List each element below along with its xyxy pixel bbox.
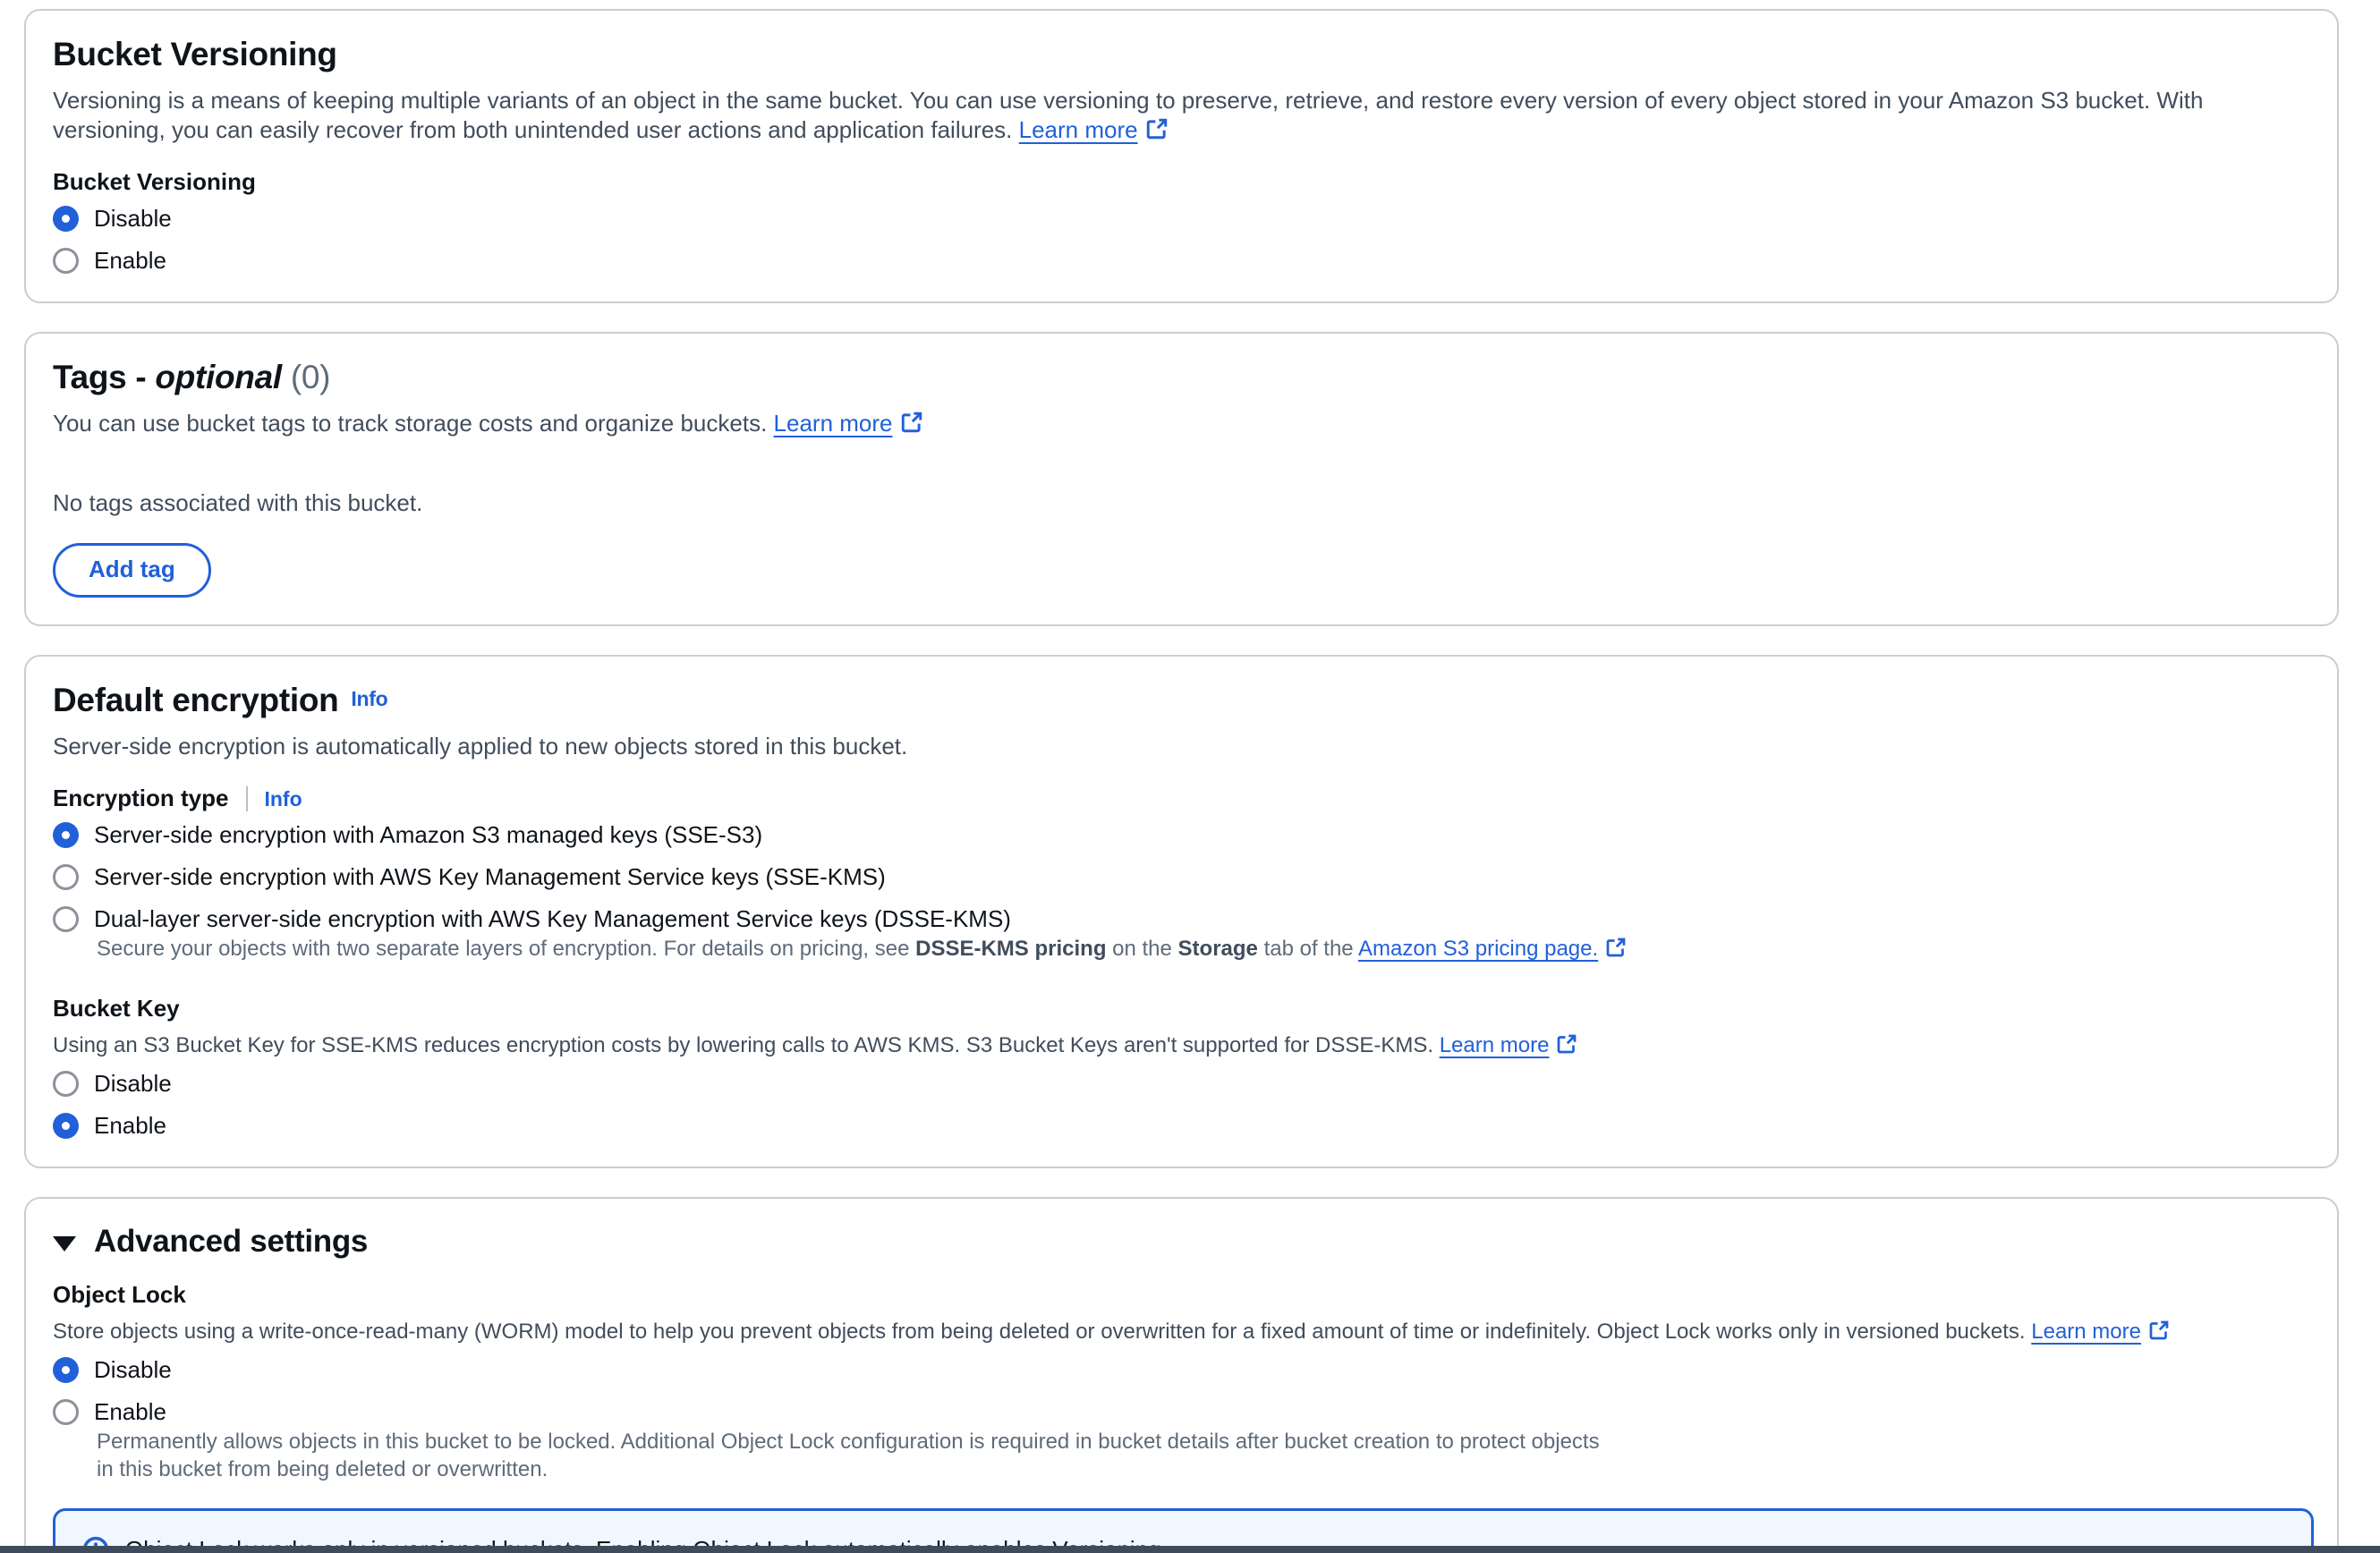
object-lock-learn-more-link[interactable]: Learn more: [2031, 1320, 2170, 1344]
caret-down-icon: [53, 1236, 76, 1252]
tags-description: You can use bucket tags to track storage…: [53, 409, 2310, 438]
bucket-key-description: Using an S3 Bucket Key for SSE-KMS reduc…: [53, 1031, 2310, 1059]
dsse-kms-note: Secure your objects with two separate la…: [97, 935, 2310, 963]
external-link-icon: [2148, 1320, 2170, 1341]
radio-selected-icon[interactable]: [53, 1113, 79, 1139]
advanced-settings-section: Advanced settings Object Lock Store obje…: [24, 1197, 2339, 1553]
tags-learn-more-link[interactable]: Learn more: [774, 410, 923, 437]
sse-kms-radio[interactable]: Server-side encryption with AWS Key Mana…: [53, 863, 2310, 891]
radio-selected-icon[interactable]: [53, 822, 79, 848]
bucket-key-label: Bucket Key: [53, 995, 2310, 1023]
bucket-key-enable-radio[interactable]: Enable: [53, 1112, 2310, 1140]
bucket-key-learn-more-link[interactable]: Learn more: [1440, 1033, 1578, 1057]
label-divider: [246, 786, 248, 811]
default-encryption-description: Server-side encryption is automatically …: [53, 732, 2310, 761]
bucket-versioning-title: Bucket Versioning: [53, 36, 2310, 73]
default-encryption-info-link[interactable]: Info: [351, 687, 387, 710]
tags-empty-text: No tags associated with this bucket.: [53, 488, 2310, 518]
encryption-type-info-link[interactable]: Info: [264, 787, 302, 810]
advanced-settings-toggle[interactable]: Advanced settings: [53, 1224, 2310, 1260]
bucket-key-disable-radio[interactable]: Disable: [53, 1070, 2310, 1098]
radio-unselected-icon[interactable]: [53, 1071, 79, 1097]
s3-pricing-page-link[interactable]: Amazon S3 pricing page.: [1358, 937, 1627, 961]
tags-count: (0): [282, 359, 330, 395]
object-lock-enable-note: Permanently allows objects in this bucke…: [97, 1428, 1600, 1483]
external-link-icon: [1145, 117, 1169, 140]
default-encryption-section: Default encryptionInfo Server-side encry…: [24, 655, 2339, 1168]
radio-unselected-icon[interactable]: [53, 248, 79, 274]
object-lock-enable-radio[interactable]: Enable: [53, 1398, 2310, 1426]
viewport-bottom-edge: [0, 1546, 2380, 1553]
versioning-learn-more-link[interactable]: Learn more: [1019, 116, 1169, 143]
object-lock-description: Store objects using a write-once-read-ma…: [53, 1318, 2310, 1345]
sse-s3-radio[interactable]: Server-side encryption with Amazon S3 ma…: [53, 821, 2310, 849]
dsse-kms-radio[interactable]: Dual-layer server-side encryption with A…: [53, 905, 2310, 933]
external-link-icon: [1556, 1033, 1577, 1055]
radio-unselected-icon[interactable]: [53, 864, 79, 890]
radio-unselected-icon[interactable]: [53, 1399, 79, 1425]
versioning-disable-radio[interactable]: Disable: [53, 205, 2310, 233]
tags-section: Tags - optional (0) You can use bucket t…: [24, 332, 2339, 626]
bucket-versioning-section: Bucket Versioning Versioning is a means …: [24, 9, 2339, 303]
tags-title: Tags - optional (0): [53, 359, 2310, 396]
default-encryption-title: Default encryptionInfo: [53, 682, 2310, 719]
bucket-versioning-description: Versioning is a means of keeping multipl…: [53, 86, 2310, 145]
radio-selected-icon[interactable]: [53, 1357, 79, 1383]
bucket-versioning-field-label: Bucket Versioning: [53, 168, 2310, 196]
external-link-icon: [1605, 937, 1627, 958]
radio-selected-icon[interactable]: [53, 206, 79, 232]
object-lock-disable-radio[interactable]: Disable: [53, 1356, 2310, 1384]
add-tag-button[interactable]: Add tag: [53, 543, 211, 598]
radio-unselected-icon[interactable]: [53, 906, 79, 932]
versioning-enable-radio[interactable]: Enable: [53, 247, 2310, 275]
object-lock-label: Object Lock: [53, 1281, 2310, 1309]
create-bucket-form: Bucket Versioning Versioning is a means …: [0, 0, 2380, 1553]
advanced-settings-title: Advanced settings: [94, 1224, 368, 1260]
encryption-type-label: Encryption typeInfo: [53, 785, 2310, 812]
external-link-icon: [900, 411, 923, 434]
